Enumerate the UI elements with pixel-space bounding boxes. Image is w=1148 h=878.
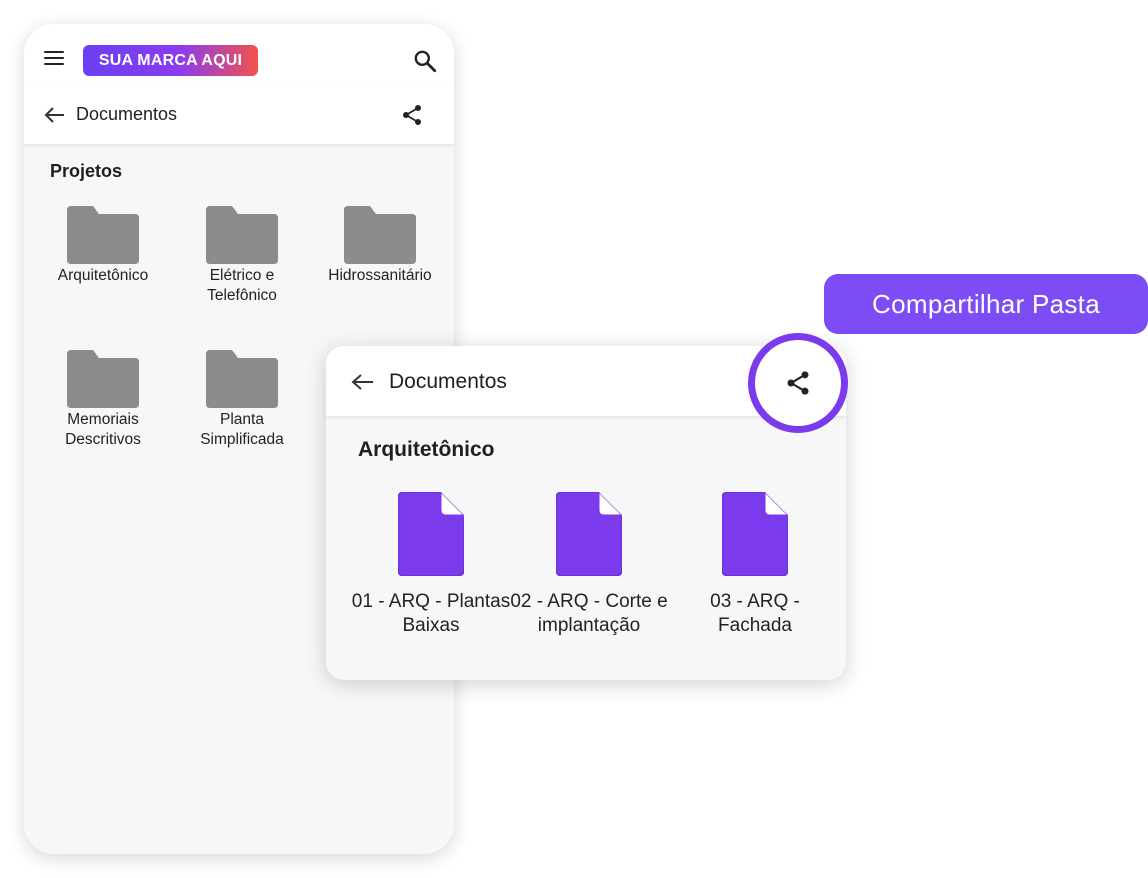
folder-label: Simplificada — [200, 431, 284, 448]
arrow-left-icon[interactable] — [351, 373, 375, 391]
folder-label: Elétrico e — [209, 267, 275, 284]
folder-item[interactable]: Elétrico e Telefônico — [172, 206, 312, 306]
share-folder-button[interactable] — [748, 333, 848, 433]
brand-logo: SUA MARCA AQUI — [83, 45, 258, 76]
folder-icon — [344, 206, 416, 264]
share-icon[interactable] — [400, 103, 424, 127]
section-title-arquitetonico: Arquitetônico — [358, 438, 495, 461]
folder-label: Descritivos — [65, 431, 141, 448]
file-label: 02 - ARQ - Corte e — [510, 591, 668, 612]
file-item[interactable]: 01 - ARQ - Plantas Baixas — [341, 492, 521, 638]
folder-icon — [67, 206, 139, 264]
share-icon — [787, 371, 809, 395]
hamburger-icon[interactable] — [44, 51, 64, 65]
folder-label: Telefônico — [207, 287, 277, 304]
folder-item[interactable]: Arquitetônico — [33, 206, 173, 286]
document-icon — [398, 492, 464, 576]
document-icon — [556, 492, 622, 576]
folder-label: Hidrossanitário — [328, 267, 432, 284]
breadcrumb-title: Documentos — [76, 104, 178, 124]
folder-item[interactable]: Planta Simplificada — [172, 350, 312, 450]
arrow-left-icon[interactable] — [44, 106, 66, 124]
folder-icon — [67, 350, 139, 408]
file-label: implantação — [537, 615, 641, 636]
popup-breadcrumb-title: Documentos — [389, 370, 507, 393]
file-label: Baixas — [402, 615, 460, 636]
folder-icon — [206, 206, 278, 264]
file-label: Fachada — [718, 615, 792, 636]
file-item[interactable]: 03 - ARQ - Fachada — [665, 492, 845, 638]
document-icon — [722, 492, 788, 576]
file-label: 03 - ARQ - — [710, 591, 800, 612]
app-bar: SUA MARCA AQUI — [24, 24, 454, 87]
file-label: 01 - ARQ - Plantas — [351, 591, 511, 612]
breadcrumb-bar: Documentos — [24, 86, 454, 144]
search-icon[interactable] — [412, 48, 438, 74]
section-title-projetos: Projetos — [50, 161, 123, 181]
folder-item[interactable]: Hidrossanitário — [310, 206, 450, 286]
share-folder-callout: Compartilhar Pasta — [824, 274, 1148, 334]
folder-icon — [206, 350, 278, 408]
folder-label: Arquitetônico — [57, 267, 149, 284]
folder-item[interactable]: Memoriais Descritivos — [33, 350, 173, 450]
folder-label: Planta — [220, 411, 264, 428]
file-item[interactable]: 02 - ARQ - Corte e implantação — [499, 492, 679, 638]
folder-label: Memoriais — [67, 411, 139, 428]
